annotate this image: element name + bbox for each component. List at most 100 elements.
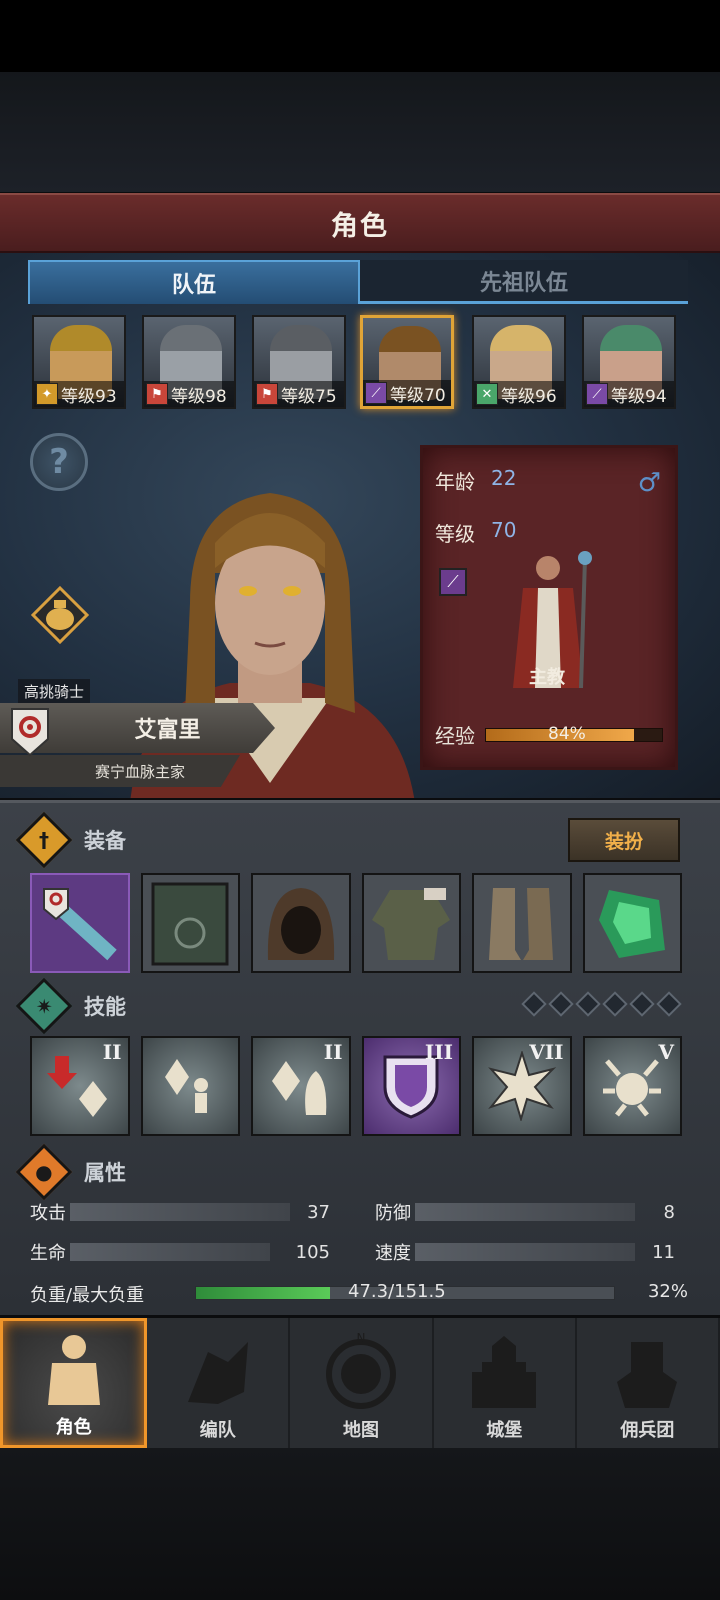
stat-label: 防御 xyxy=(375,1203,411,1224)
hood-icon xyxy=(267,888,334,960)
skill-tier: II xyxy=(102,1040,122,1064)
roster-member-2[interactable]: ⚑ 等级98 xyxy=(142,315,236,409)
help-button[interactable]: ? xyxy=(30,433,88,491)
skills-title: 技能 xyxy=(84,995,126,1019)
skill-slot-4[interactable]: III xyxy=(361,1036,461,1136)
age-label: 年龄 xyxy=(435,470,475,494)
level-row: 等级 70 xyxy=(435,518,516,547)
skill-pip xyxy=(548,991,574,1017)
skill-tier: VII xyxy=(529,1040,564,1064)
skill-tier: II xyxy=(323,1040,343,1064)
stat-attack: 攻击 37 xyxy=(30,1199,330,1225)
equip-slot-tome[interactable] xyxy=(140,873,240,973)
formation-icon xyxy=(187,1342,248,1404)
tab-party[interactable]: 队伍 xyxy=(28,260,360,304)
details-panel: † 装备 装扮 ✷ 技能 II II III VII V ● 属性 攻击 37 … xyxy=(0,800,720,1315)
nav-label: 城堡 xyxy=(486,1420,523,1441)
stat-value: 37 xyxy=(307,1201,330,1223)
shatter-icon xyxy=(603,1059,662,1117)
roster-member-4-selected[interactable]: ⟋ 等级70 xyxy=(360,315,454,409)
compass-map-icon: N xyxy=(326,1332,396,1409)
mercenary-icon xyxy=(617,1342,678,1408)
mace-icon xyxy=(42,888,117,961)
load-row: 负重/最大负重 47.3/151.5 32% xyxy=(30,1279,690,1309)
equipment-title: 装备 xyxy=(84,829,126,853)
equip-slot-tunic[interactable] xyxy=(361,873,461,973)
skill-tier: III xyxy=(424,1040,453,1064)
class-name: 主教 xyxy=(529,667,565,688)
bottom-nav: 角色 编队 N 地图 城堡 佣兵团 xyxy=(0,1318,720,1448)
screen-header: 角色 xyxy=(0,193,720,253)
level-label: 等级 xyxy=(435,522,475,546)
member-level: 等级75 xyxy=(281,386,337,407)
attributes-header: ● 属性 xyxy=(15,1143,126,1201)
stat-speed: 速度 11 xyxy=(375,1239,675,1265)
house-name: 赛宁血脉主家 xyxy=(94,762,185,781)
skill-pip xyxy=(602,991,628,1017)
skill-pip xyxy=(656,991,682,1017)
nav-character[interactable]: 角色 xyxy=(0,1318,148,1448)
skill-slot-5[interactable]: VII xyxy=(472,1036,572,1136)
stat-bar xyxy=(70,1243,270,1261)
party-roster: ✦ 等级93 ⚑ 等级98 ⚑ 等级75 ⟋ 等级70 ✕ 等级96 ⟋ 等级94 xyxy=(32,315,692,411)
level-value: 70 xyxy=(491,518,517,542)
house-crest-icon xyxy=(11,708,49,757)
nav-mercenaries[interactable]: 佣兵团 xyxy=(577,1318,720,1448)
svg-text:N: N xyxy=(357,1332,366,1345)
roster-member-3[interactable]: ⚑ 等级75 xyxy=(252,315,346,409)
skill-slot-3[interactable]: II xyxy=(251,1036,351,1136)
dress-up-button[interactable]: 装扮 xyxy=(568,818,680,862)
nav-label: 地图 xyxy=(343,1420,379,1441)
stat-bar xyxy=(70,1203,290,1221)
nav-map[interactable]: N 地图 xyxy=(290,1318,434,1448)
roster-member-6[interactable]: ⟋ 等级94 xyxy=(582,315,676,409)
class-badge-icon: ⟋ xyxy=(365,382,387,404)
question-icon: ? xyxy=(49,442,69,482)
equip-slot-boots[interactable] xyxy=(472,873,572,973)
load-bar-fill xyxy=(196,1287,330,1299)
roster-member-1[interactable]: ✦ 等级93 xyxy=(32,315,126,409)
skill-slot-1[interactable]: II xyxy=(30,1036,130,1136)
member-level: 等级93 xyxy=(61,386,117,407)
equipment-header: † 装备 xyxy=(15,811,126,869)
attributes-title: 属性 xyxy=(84,1161,126,1185)
potion-flask-icon xyxy=(31,586,89,644)
house-plate: 赛宁血脉主家 xyxy=(0,755,240,787)
potion-button[interactable] xyxy=(28,583,92,647)
tab-ancestor-party[interactable]: 先祖队伍 xyxy=(360,260,688,304)
member-level: 等级96 xyxy=(501,386,557,407)
person-icon: ● xyxy=(15,1143,73,1201)
character-info-card: 年龄 22 ♂ 等级 70 ⟋ 主教 经验 84% xyxy=(420,445,678,770)
nav-label: 角色 xyxy=(55,1417,92,1438)
character-panel: 队伍 先祖队伍 ✦等级93 ⚑等级98 ⚑等级75 ⟋等级70 ✕等级 xyxy=(0,253,720,798)
nav-formation[interactable]: 编队 xyxy=(147,1318,291,1448)
emerald-charm-icon xyxy=(599,890,666,958)
nav-castle[interactable]: 城堡 xyxy=(434,1318,577,1448)
exp-bar: 84% xyxy=(485,724,663,744)
roster-member-5[interactable]: ✕ 等级96 xyxy=(472,315,566,409)
equipment-slots xyxy=(30,873,682,973)
sword-icon: † xyxy=(15,811,73,869)
character-name: 艾富里 xyxy=(134,718,201,743)
skill-slot-6[interactable]: V xyxy=(582,1036,682,1136)
class-badge-icon: ⟋ xyxy=(586,383,608,405)
age-value: 22 xyxy=(491,466,517,490)
boots-icon xyxy=(488,888,553,960)
skill-pips xyxy=(521,991,682,1017)
equip-slot-hood[interactable] xyxy=(251,873,351,973)
stat-defense: 防御 8 xyxy=(375,1199,675,1225)
nav-label: 佣兵团 xyxy=(620,1420,675,1441)
class-badge-icon: ✕ xyxy=(476,383,498,405)
exp-row: 经验 84% xyxy=(435,720,663,749)
party-tabs: 队伍 先祖队伍 xyxy=(28,260,688,304)
equip-slot-weapon[interactable] xyxy=(30,873,130,973)
nav-label: 编队 xyxy=(199,1420,236,1441)
member-level: 等级70 xyxy=(390,385,446,406)
exp-label: 经验 xyxy=(435,724,475,748)
equip-slot-charm[interactable] xyxy=(582,873,682,973)
stat-label: 速度 xyxy=(375,1243,411,1264)
stat-bar xyxy=(415,1203,635,1221)
skill-slot-2[interactable] xyxy=(140,1036,240,1136)
age-row: 年龄 22 xyxy=(435,466,516,495)
stat-value: 8 xyxy=(663,1201,675,1223)
